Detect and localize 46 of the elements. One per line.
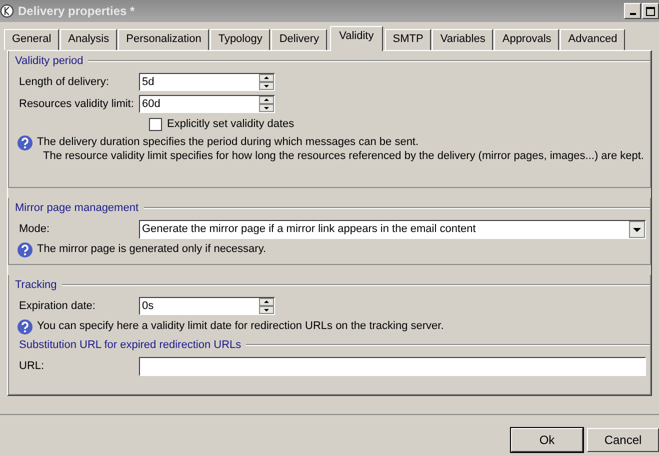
tab[interactable]: Personalization (118, 29, 210, 50)
section-title: Validity period (15, 55, 84, 67)
tab[interactable]: Approvals (494, 29, 560, 50)
tab[interactable]: Analysis (60, 29, 118, 50)
tab[interactable]: SMTP (384, 29, 432, 50)
spin-up-icon[interactable] (259, 74, 274, 82)
minimize-button[interactable] (624, 3, 641, 19)
help-icon (17, 135, 33, 151)
spin-down-icon[interactable] (259, 306, 274, 314)
spin-up-icon[interactable] (259, 96, 274, 104)
field-label: Expiration date: (19, 300, 96, 312)
help-text: The mirror page is generated only if necessary. (37, 242, 266, 256)
help-icon (17, 242, 33, 258)
field-label: Mode: (19, 223, 51, 235)
field-label: Length of delivery: (19, 76, 110, 88)
checkbox[interactable] (149, 118, 162, 130)
tab[interactable]: Variables (432, 29, 494, 50)
window-title: Delivery properties * (18, 4, 136, 18)
app-icon (0, 4, 14, 18)
section-title: Substitution URL for expired redirection URLs (19, 339, 242, 351)
field-label: Resources validity limit: (19, 98, 135, 110)
spin-field[interactable]: 5d (139, 73, 275, 91)
tab[interactable]: Typology (210, 29, 270, 50)
maximize-button[interactable] (642, 3, 659, 19)
tab[interactable]: General (4, 29, 60, 50)
help-text: The resource validity limit specifies for how long the resources referenced by the delivery (mirror pages, images...) are kept. (42, 149, 644, 163)
help-icon (17, 319, 33, 335)
section-title: Mirror page management (15, 202, 139, 214)
checkbox-label: Explicitly set validity dates (167, 118, 294, 130)
mode-dropdown[interactable]: Generate the mirror page if a mirror link appears in the email content (139, 220, 646, 238)
spin-field[interactable]: 0s (139, 297, 275, 315)
spin-up-icon[interactable] (259, 298, 274, 306)
tab[interactable]: Advanced (560, 29, 626, 50)
spin-field[interactable]: 60d (139, 95, 275, 113)
url-field[interactable] (139, 356, 646, 376)
dialog-button[interactable]: Ok (511, 428, 583, 452)
spin-down-icon[interactable] (259, 82, 274, 90)
spin-down-icon[interactable] (259, 104, 274, 112)
maximize-icon (646, 6, 655, 16)
tab[interactable]: Validity (330, 26, 383, 51)
help-text: You can specify here a validity limit date for redirection URLs on the tracking server. (37, 319, 444, 333)
field-label: URL: (19, 360, 46, 372)
tab[interactable]: Delivery (271, 29, 328, 50)
help-text: The delivery duration specifies the period during which messages can be sent. (37, 135, 420, 149)
dialog-button[interactable]: Cancel (587, 428, 659, 452)
section-title: Tracking (15, 279, 57, 291)
